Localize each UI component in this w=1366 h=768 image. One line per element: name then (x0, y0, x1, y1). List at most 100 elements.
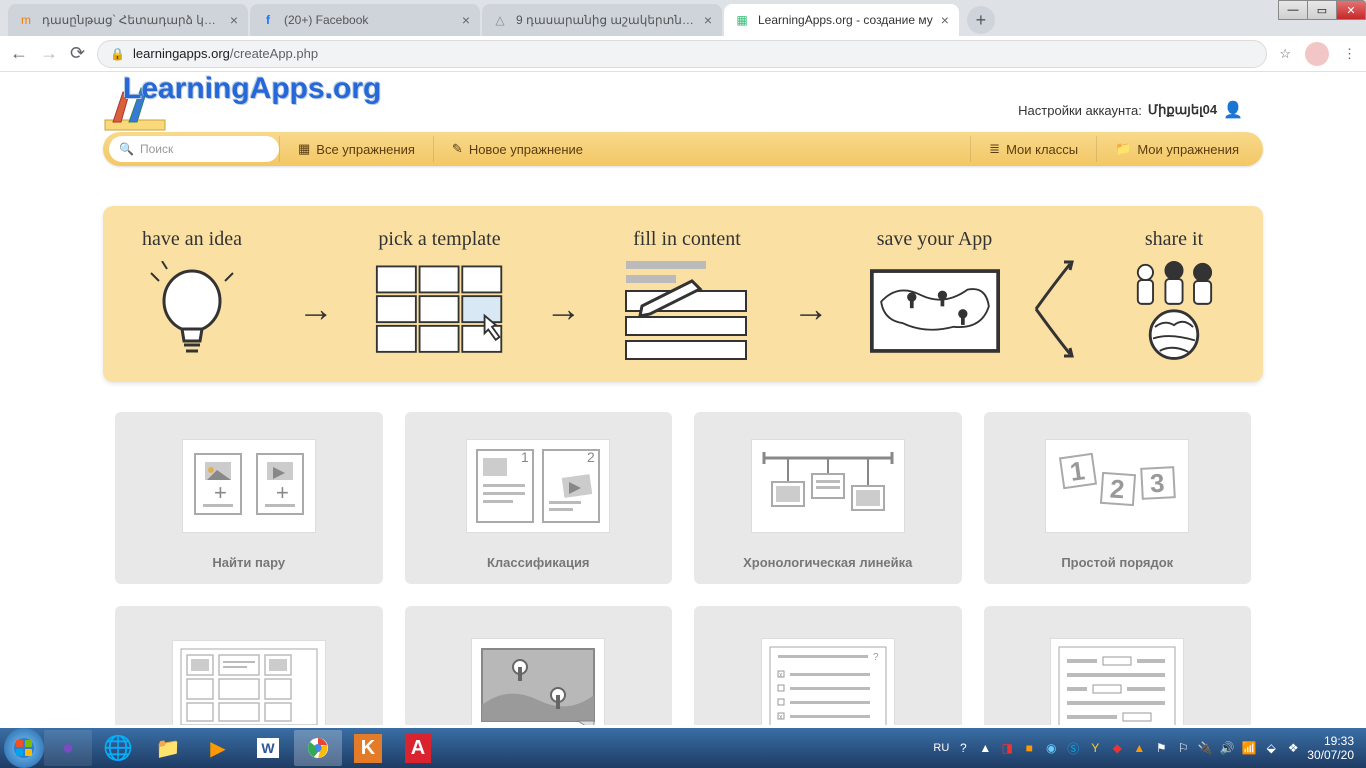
close-icon[interactable]: × (230, 12, 238, 28)
search-placeholder: Поиск (140, 142, 173, 156)
tray-icon[interactable]: ❖ (1285, 740, 1301, 756)
language-indicator[interactable]: RU (933, 742, 949, 754)
order-icon: 1 2 3 (1052, 446, 1182, 526)
image-pins-icon (478, 645, 598, 726)
volume-icon[interactable]: 🔊 (1219, 740, 1235, 756)
system-tray: RU ? ▲ ◨ ■ ◉ Ⓢ Y ◆ ▲ ⚑ ⚐ 🔌 🔊 📶 ⬙ ❖ 19:33… (933, 734, 1362, 763)
tray-icon[interactable]: ◨ (999, 740, 1015, 756)
template-label: Найти пару (212, 555, 285, 570)
menu-icon[interactable]: ⋮ (1343, 46, 1356, 62)
svg-text:2: 2 (587, 449, 595, 465)
arrow-icon: → (787, 288, 835, 330)
share-icon (1109, 261, 1239, 361)
step-template: pick a template (375, 228, 505, 361)
back-button[interactable]: ← (10, 43, 28, 64)
taskbar-app[interactable]: K (344, 730, 392, 766)
template-timeline[interactable]: Хронологическая линейка (694, 412, 962, 584)
nav-new-app[interactable]: ✎ Новое упражнение (433, 136, 601, 162)
clock[interactable]: 19:33 30/07/20 (1307, 734, 1354, 763)
account-settings-link[interactable]: Настройки аккаунта: Միքայել04 👤 (1018, 100, 1243, 120)
lightbulb-icon (127, 261, 257, 361)
tray-icon[interactable]: Y (1087, 740, 1103, 756)
browser-tab[interactable]: m դասընթաց՝ Հետադարձ կապը է × (8, 4, 248, 36)
browser-tab-active[interactable]: ▦ LearningApps.org - создание му × (724, 4, 959, 36)
minimize-button[interactable]: — (1278, 0, 1308, 20)
skype-icon[interactable]: Ⓢ (1065, 740, 1081, 756)
main-nav: 🔍 Поиск ▦ Все упражнения ✎ Новое упражне… (103, 132, 1263, 166)
template-find-pair[interactable]: + + Найти пару (115, 412, 383, 584)
profile-avatar[interactable] (1305, 42, 1329, 66)
taskbar-app[interactable]: ● (44, 730, 92, 766)
step-idea: have an idea (127, 228, 257, 361)
person-icon: 👤 (1223, 100, 1243, 120)
taskbar-chrome[interactable] (294, 730, 342, 766)
tray-icon[interactable]: ■ (1021, 740, 1037, 756)
start-button[interactable] (4, 728, 44, 768)
taskbar-explorer[interactable]: 📁 (144, 730, 192, 766)
page-content: LearningApps.org Настройки аккаунта: Միք… (0, 72, 1366, 725)
close-icon[interactable]: × (704, 12, 712, 28)
star-icon[interactable]: ☆ (1279, 46, 1291, 62)
forward-button[interactable]: → (40, 43, 58, 64)
favicon-icon: ▦ (734, 12, 750, 28)
url-path: /createApp.php (230, 46, 318, 61)
tray-icon[interactable]: ⚑ (1153, 740, 1169, 756)
tray-icon[interactable]: ▲ (1131, 740, 1147, 756)
template-card[interactable] (984, 606, 1252, 725)
template-label: Простой порядок (1061, 555, 1173, 570)
nav-my-classes[interactable]: ≣ Мои классы (970, 136, 1096, 162)
taskbar-word[interactable]: W (244, 730, 292, 766)
taskbar-pdf[interactable]: A (394, 730, 442, 766)
nav-my-apps[interactable]: 📁 Мои упражнения (1096, 136, 1257, 162)
favicon-icon: f (260, 12, 276, 28)
close-icon[interactable]: × (941, 12, 949, 28)
taskbar-ie[interactable]: 🌐 (94, 730, 142, 766)
svg-text:3: 3 (1149, 467, 1165, 498)
tray-icon[interactable]: ◆ (1109, 740, 1125, 756)
close-button[interactable]: ✕ (1336, 0, 1366, 20)
template-simple-order[interactable]: 1 2 3 Простой порядок (984, 412, 1252, 584)
url-input[interactable]: 🔒 learningapps.org/createApp.php (97, 40, 1267, 68)
template-card[interactable] (115, 606, 383, 725)
template-classification[interactable]: 1 2 Классификация (405, 412, 673, 584)
new-tab-button[interactable]: + (967, 6, 995, 34)
date: 30/07/20 (1307, 748, 1354, 762)
template-card[interactable]: ? x x (694, 606, 962, 725)
quiz-list-icon: ? x x (768, 645, 888, 726)
nav-label: Все упражнения (316, 142, 415, 157)
step-label: have an idea (127, 228, 257, 251)
window-controls: — ▭ ✕ (1279, 0, 1366, 20)
tray-icon[interactable]: ⬙ (1263, 740, 1279, 756)
flag-icon[interactable]: ⚐ (1175, 740, 1191, 756)
step-label: fill in content (622, 228, 752, 251)
close-icon[interactable]: × (462, 12, 470, 28)
nav-all-apps[interactable]: ▦ Все упражнения (279, 136, 433, 162)
help-icon[interactable]: ? (955, 740, 971, 756)
power-icon[interactable]: 🔌 (1197, 740, 1213, 756)
step-save: save your App (870, 228, 1000, 361)
cloze-icon (1057, 645, 1177, 726)
maximize-button[interactable]: ▭ (1307, 0, 1337, 20)
chevron-up-icon[interactable]: ▲ (977, 740, 993, 756)
reload-button[interactable]: ⟳ (70, 43, 85, 64)
step-label: pick a template (375, 228, 505, 251)
browser-tab[interactable]: △ 9 դասարանից աշակերտների ա × (482, 4, 722, 36)
browser-tab[interactable]: f (20+) Facebook × (250, 4, 480, 36)
step-share: share it (1109, 228, 1239, 361)
account-label: Настройки аккаунта: (1018, 103, 1142, 118)
template-card[interactable] (405, 606, 673, 725)
svg-text:+: + (214, 480, 227, 505)
favicon-icon: m (18, 12, 34, 28)
account-username: Միքայել04 (1148, 102, 1217, 118)
taskbar-media[interactable]: ▶ (194, 730, 242, 766)
tab-title: LearningApps.org - создание му (758, 13, 933, 27)
address-bar: ← → ⟳ 🔒 learningapps.org/createApp.php ☆… (0, 36, 1366, 72)
tray-icon[interactable]: ◉ (1043, 740, 1059, 756)
arrow-split-icon (1034, 254, 1074, 364)
tab-title: (20+) Facebook (284, 13, 454, 27)
template-label: Хронологическая линейка (743, 555, 912, 570)
search-icon: 🔍 (119, 142, 134, 156)
site-logo[interactable]: LearningApps.org (123, 72, 381, 106)
network-icon[interactable]: 📶 (1241, 740, 1257, 756)
steps-panel: have an idea → pick a template (103, 206, 1263, 382)
